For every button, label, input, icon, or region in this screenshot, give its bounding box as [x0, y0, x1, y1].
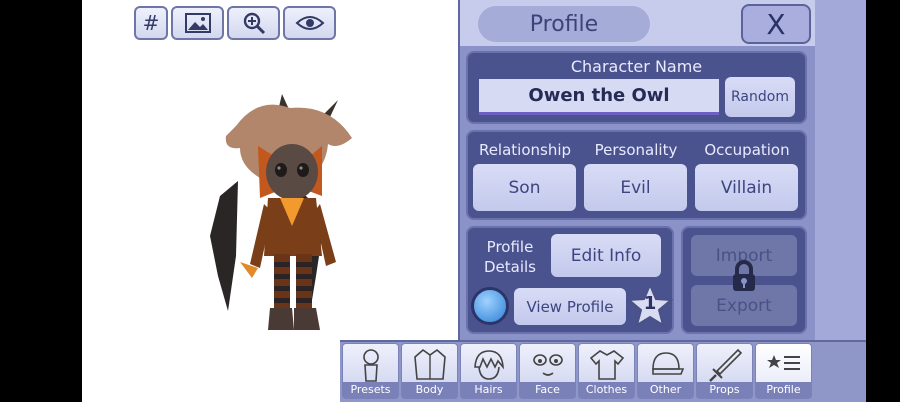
profile-details-label-line1: Profile [486, 238, 534, 256]
tab-label: Face [520, 382, 575, 398]
grid-icon: # [142, 11, 160, 35]
edit-info-button[interactable]: Edit Info [551, 234, 661, 277]
tab-label: Clothes [579, 382, 634, 398]
preset-figure-icon [363, 349, 379, 382]
screen-edge [866, 0, 900, 402]
close-button[interactable]: X [741, 4, 811, 44]
grid-toggle-button[interactable]: # [134, 6, 168, 40]
tab-label: Body [402, 382, 457, 398]
sword-icon [709, 348, 743, 382]
occupation-button[interactable]: Villain [695, 164, 798, 211]
relationship-button[interactable]: Son [473, 164, 576, 211]
tab-face[interactable]: Face [519, 343, 576, 399]
tab-profile[interactable]: Profile [755, 343, 812, 399]
personality-button[interactable]: Evil [584, 164, 687, 211]
water-drop-icon[interactable] [471, 287, 509, 325]
face-icon [533, 354, 563, 376]
tab-label: Hairs [461, 382, 516, 398]
tab-label: Presets [343, 382, 398, 398]
tab-label: Profile [756, 382, 811, 398]
tab-hairs[interactable]: Hairs [460, 343, 517, 399]
hair-icon [474, 350, 504, 380]
relationship-label: Relationship [478, 141, 572, 159]
tab-label: Props [697, 382, 752, 398]
tab-presets[interactable]: Presets [342, 343, 399, 399]
shirt-icon [589, 350, 625, 380]
profile-details-label-line2: Details [483, 258, 536, 276]
character-name-label: Character Name [570, 57, 703, 76]
character-preview[interactable] [140, 86, 360, 336]
tab-clothes[interactable]: Clothes [578, 343, 635, 399]
panel-scroll-rail [815, 0, 866, 340]
zoom-button[interactable] [227, 6, 280, 40]
lock-icon [733, 260, 755, 291]
tab-label: Other [638, 382, 693, 398]
tab-other[interactable]: Other [637, 343, 694, 399]
occupation-label: Occupation [704, 141, 790, 159]
zoom-icon [243, 12, 265, 35]
star-list-icon [767, 355, 800, 370]
background-button[interactable] [171, 6, 224, 40]
random-name-button[interactable]: Random [725, 77, 795, 117]
eye-icon [295, 16, 324, 30]
visibility-button[interactable] [283, 6, 336, 40]
cap-icon [652, 352, 685, 375]
body-jacket-icon [414, 348, 446, 380]
background-image-icon [184, 13, 211, 33]
tab-body[interactable]: Body [401, 343, 458, 399]
view-profile-button[interactable]: View Profile [514, 288, 626, 325]
star-rank-number: 1 [643, 293, 657, 314]
character-name-input[interactable]: Owen the Owl [479, 79, 719, 115]
personality-label: Personality [594, 141, 678, 159]
page-title: Profile [478, 6, 650, 42]
tab-props[interactable]: Props [696, 343, 753, 399]
